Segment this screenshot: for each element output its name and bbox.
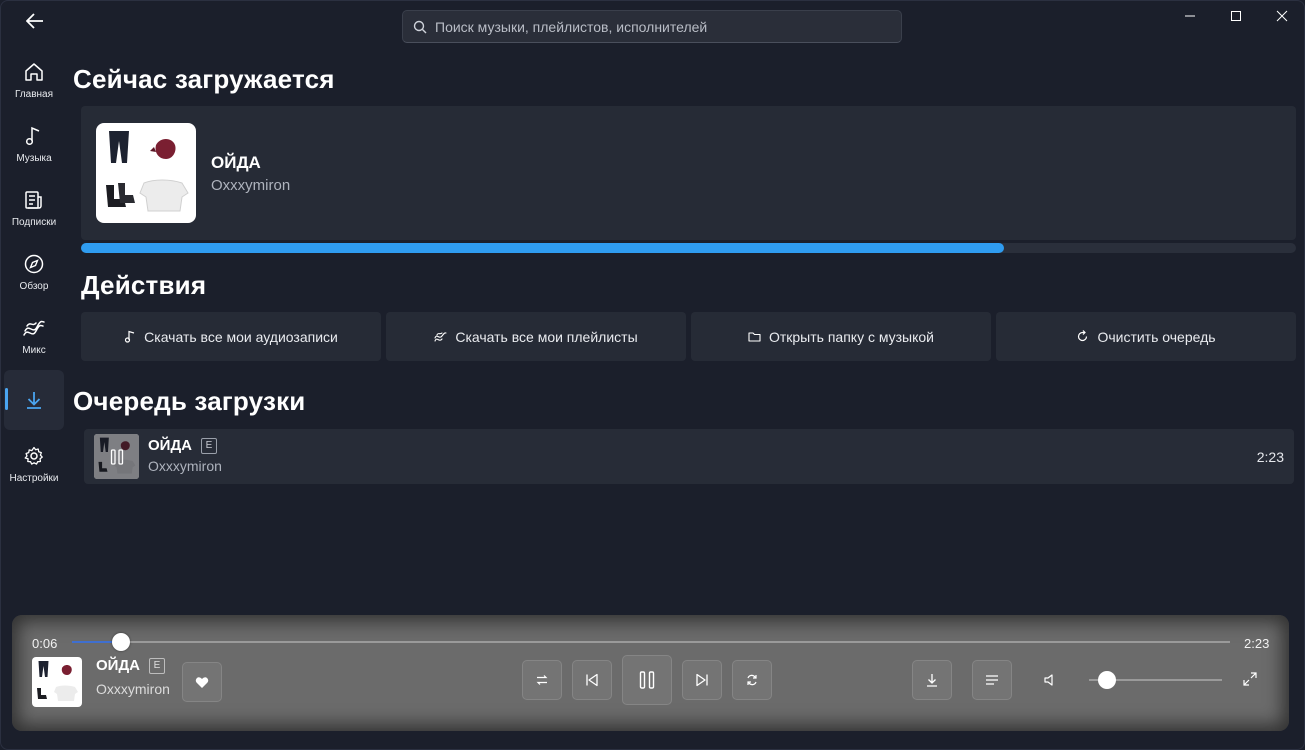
previous-icon bbox=[586, 673, 598, 687]
subscriptions-icon bbox=[25, 190, 42, 209]
clear-queue-button[interactable]: Очистить очередь bbox=[996, 312, 1296, 361]
queue-item[interactable]: ОЙДА E Oxxxymiron 2:23 bbox=[84, 429, 1294, 484]
now-loading-title: ОЙДА bbox=[211, 153, 261, 172]
album-cover bbox=[96, 123, 196, 223]
music-note-icon bbox=[25, 126, 40, 145]
queue-list-button[interactable] bbox=[972, 660, 1012, 700]
next-button[interactable] bbox=[682, 660, 722, 700]
gear-icon bbox=[24, 446, 43, 465]
sidebar: Главная Музыка Подписки Обзор Микс Настр… bbox=[4, 50, 66, 498]
player-bar: 0:06 2:23 ОЙДА E Oxxxymiron bbox=[12, 615, 1289, 731]
download-icon bbox=[927, 674, 937, 687]
download-progress-bar bbox=[81, 243, 1296, 253]
shuffle-button[interactable] bbox=[522, 660, 562, 700]
sidebar-item-home[interactable]: Главная bbox=[4, 50, 64, 110]
sidebar-item-downloads[interactable] bbox=[4, 370, 64, 430]
explicit-badge: E bbox=[200, 437, 217, 454]
now-loading-card: ОЙДА Oxxxymiron bbox=[81, 106, 1296, 240]
action-label: Скачать все мои плейлисты bbox=[455, 328, 638, 345]
action-label: Скачать все мои аудиозаписи bbox=[144, 328, 338, 345]
search-input[interactable] bbox=[435, 18, 875, 35]
next-icon bbox=[696, 673, 708, 687]
seek-bar-thumb[interactable] bbox=[111, 633, 130, 651]
sidebar-item-label: Музыка bbox=[16, 152, 52, 164]
search-icon bbox=[413, 20, 427, 33]
action-label: Открыть папку с музыкой bbox=[768, 328, 935, 345]
close-button[interactable] bbox=[1259, 0, 1305, 32]
like-button[interactable] bbox=[182, 662, 222, 702]
window-controls bbox=[1167, 0, 1305, 32]
volume-slider-thumb[interactable] bbox=[1098, 671, 1117, 689]
action-label: Очистить очередь bbox=[1097, 328, 1216, 345]
music-note-icon bbox=[125, 330, 135, 343]
volume-slider[interactable] bbox=[1089, 671, 1222, 689]
shuffle-icon bbox=[536, 675, 548, 685]
now-loading-artist: Oxxxymiron bbox=[211, 177, 291, 194]
sidebar-item-mix[interactable]: Микс bbox=[4, 306, 64, 366]
mix-waves-icon bbox=[23, 320, 45, 336]
sidebar-item-settings[interactable]: Настройки bbox=[4, 434, 64, 494]
mix-waves-icon bbox=[434, 332, 447, 342]
explicit-badge: E bbox=[148, 657, 165, 674]
minimize-icon bbox=[1185, 15, 1195, 17]
maximize-icon bbox=[1231, 11, 1241, 21]
player-album-cover[interactable] bbox=[32, 657, 82, 707]
current-time: 0:06 bbox=[32, 636, 58, 651]
repeat-button[interactable] bbox=[732, 660, 772, 700]
compass-icon bbox=[24, 254, 44, 273]
player-artist[interactable]: Oxxxymiron bbox=[96, 681, 170, 697]
queue-list-icon bbox=[986, 675, 998, 685]
refresh-icon bbox=[1078, 330, 1088, 342]
queue-item-artist: Oxxxymiron bbox=[148, 458, 222, 474]
player-track-title[interactable]: ОЙДА bbox=[96, 657, 140, 674]
search-box[interactable] bbox=[402, 10, 902, 43]
sidebar-item-label: Микс bbox=[22, 344, 46, 356]
sidebar-item-subscriptions[interactable]: Подписки bbox=[4, 178, 64, 238]
pause-button[interactable] bbox=[622, 655, 672, 705]
open-music-folder-button[interactable]: Открыть папку с музыкой bbox=[691, 312, 991, 361]
actions-heading: Действия bbox=[81, 270, 207, 300]
download-all-audio-button[interactable]: Скачать все мои аудиозаписи bbox=[81, 312, 381, 361]
sidebar-item-browse[interactable]: Обзор bbox=[4, 242, 64, 302]
heart-icon bbox=[195, 676, 209, 688]
fullscreen-button[interactable] bbox=[1238, 667, 1262, 691]
album-cover-art bbox=[37, 661, 78, 701]
actions-row: Скачать все мои аудиозаписи Скачать все … bbox=[81, 312, 1296, 361]
pause-icon bbox=[110, 448, 123, 465]
arrow-left-icon bbox=[26, 13, 43, 29]
expand-icon bbox=[1243, 672, 1257, 686]
queue-item-title-row: ОЙДА E bbox=[148, 437, 217, 454]
queue-item-duration: 2:23 bbox=[1256, 449, 1284, 465]
download-icon bbox=[27, 392, 41, 409]
close-icon bbox=[1276, 10, 1288, 22]
volume-icon bbox=[1044, 674, 1053, 686]
queue-item-cover bbox=[94, 434, 139, 479]
sidebar-item-music[interactable]: Музыка bbox=[4, 114, 64, 174]
pause-icon bbox=[639, 671, 655, 689]
download-progress-fill bbox=[81, 243, 1005, 253]
album-cover-art bbox=[106, 131, 189, 212]
player-title-row: ОЙДА E bbox=[96, 657, 165, 674]
home-icon bbox=[25, 62, 43, 81]
sidebar-item-label: Подписки bbox=[11, 216, 57, 228]
now-loading-heading: Сейчас загружается bbox=[73, 64, 335, 94]
volume-button[interactable] bbox=[1038, 668, 1062, 692]
queue-item-overlay[interactable] bbox=[94, 434, 139, 479]
maximize-button[interactable] bbox=[1213, 0, 1259, 32]
sidebar-item-label: Главная bbox=[14, 88, 54, 100]
download-all-playlists-button[interactable]: Скачать все мои плейлисты bbox=[386, 312, 686, 361]
download-track-button[interactable] bbox=[912, 660, 952, 700]
queue-heading: Очередь загрузки bbox=[73, 386, 306, 416]
seek-bar[interactable] bbox=[72, 633, 1230, 651]
folder-icon bbox=[748, 331, 761, 342]
total-time: 2:23 bbox=[1244, 636, 1270, 651]
back-button[interactable] bbox=[18, 8, 52, 34]
sidebar-item-label: Обзор bbox=[19, 280, 49, 292]
minimize-button[interactable] bbox=[1167, 0, 1213, 32]
sidebar-item-label: Настройки bbox=[9, 472, 59, 484]
repeat-icon bbox=[747, 674, 757, 686]
queue-item-title: ОЙДА bbox=[148, 437, 192, 454]
previous-button[interactable] bbox=[572, 660, 612, 700]
